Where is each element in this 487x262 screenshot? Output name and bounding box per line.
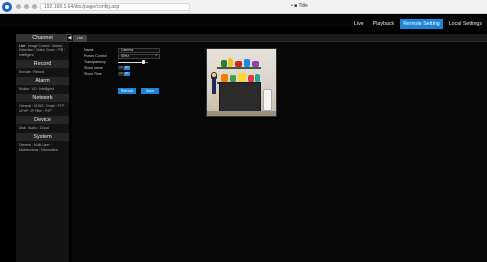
- sidebar-section-title: Network: [32, 95, 53, 102]
- preview-toy: [244, 59, 250, 67]
- preview-toy: [255, 74, 260, 82]
- sidebar-section-alarm[interactable]: Alarm: [16, 77, 69, 86]
- preview-shelf: [217, 67, 261, 69]
- top-menu: Live Playback Remote Setting Local Settings: [351, 19, 485, 29]
- preview-toy: [230, 75, 236, 82]
- save-button[interactable]: Save: [141, 88, 159, 94]
- address-text: 192.168.1.64/doc/page/config.asp: [44, 4, 120, 10]
- sidebar-item-information[interactable]: Information: [41, 148, 58, 152]
- sidebar-section-title: Alarm: [35, 78, 50, 85]
- refresh-button[interactable]: Refresh: [118, 88, 136, 94]
- name-field[interactable]: Camera: [118, 47, 160, 53]
- sidebar-item-maintenance[interactable]: Maintenance: [19, 148, 38, 152]
- content-tabbar: Live: [72, 34, 487, 42]
- sidebar-item-cloud[interactable]: Cloud: [40, 126, 49, 130]
- preview-floor: [207, 111, 276, 116]
- preview-toy: [252, 61, 259, 67]
- show-time-on[interactable]: On: [124, 72, 130, 76]
- preview-toy: [238, 73, 246, 82]
- video-preview: [206, 48, 277, 117]
- sidebar-section-title: Record: [33, 60, 52, 67]
- sidebar-items: Live / Image Control / Motion Detection …: [16, 42, 69, 60]
- transparency-slider-handle[interactable]: [142, 60, 145, 65]
- back-icon[interactable]: [16, 4, 21, 9]
- power-control-select[interactable]: 50Hz: [118, 53, 160, 59]
- tab-live[interactable]: Live: [73, 35, 87, 42]
- sidebar-item-ip-filter[interactable]: IP Filter: [31, 109, 43, 113]
- sidebar-section-system[interactable]: System: [16, 133, 69, 142]
- sidebar-item-separator: /: [63, 48, 66, 53]
- sidebar-item-separator: /: [64, 104, 66, 109]
- sidebar-items: Encode / Record: [16, 68, 69, 77]
- settings-sidebar: Channel ◀ Live / Image Control / Motion De…: [16, 34, 73, 262]
- top-menu-item-playback[interactable]: Playback: [370, 19, 398, 29]
- top-menu-item-remote-setting[interactable]: Remote Setting: [400, 19, 443, 29]
- preview-toy: [248, 75, 254, 82]
- preview-door: [263, 89, 272, 111]
- top-menu-item-live[interactable]: Live: [351, 19, 367, 29]
- sidebar-items: Motion / I/O / Intelligent: [16, 85, 69, 94]
- sidebar-item-audio[interactable]: Audio: [28, 126, 37, 130]
- sidebar-item-upnp[interactable]: UPnP: [19, 109, 28, 113]
- sidebar-section-title: System: [33, 134, 52, 141]
- sidebar-item-video-cover[interactable]: Video Cover: [36, 48, 55, 52]
- browser-logo-icon: [2, 2, 12, 12]
- doll-head: [212, 73, 216, 77]
- sidebar-items: Disk / Audio / Cloud: [16, 124, 69, 133]
- show-name-on[interactable]: On: [124, 66, 130, 70]
- sidebar-item-motion[interactable]: Motion: [19, 87, 29, 91]
- preview-toy: [228, 58, 233, 67]
- preview-toy: [221, 60, 227, 67]
- reload-icon[interactable]: [32, 4, 37, 9]
- show-time-row: Show Time Off On: [84, 71, 194, 77]
- browser-toolbar: 192.168.1.64/doc/page/config.asp • ■ Tit…: [0, 0, 487, 14]
- forward-icon[interactable]: [24, 4, 29, 9]
- sidebar-section-network[interactable]: Network: [16, 94, 69, 103]
- show-time-label: Show Time: [84, 72, 102, 76]
- sidebar-section-title: Device: [34, 117, 51, 124]
- sidebar-item-intelligent[interactable]: Intelligent: [39, 87, 54, 91]
- sidebar-item-encode[interactable]: Encode: [19, 70, 31, 74]
- sidebar-item-p2p[interactable]: P2P: [45, 109, 51, 113]
- sidebar-section-record[interactable]: Record: [16, 59, 69, 68]
- show-name-toggle[interactable]: Off On: [118, 66, 130, 70]
- address-bar[interactable]: 192.168.1.64/doc/page/config.asp: [40, 3, 190, 11]
- doll-body: [212, 78, 216, 94]
- sidebar-section-title: Channel: [32, 35, 53, 41]
- sidebar-items: General / DDNS / Email / FTP / UPnP / IP…: [16, 102, 69, 116]
- transparency-slider[interactable]: [118, 60, 148, 65]
- preview-doll: [211, 72, 217, 109]
- show-time-toggle[interactable]: Off On: [118, 72, 130, 76]
- form-buttons: Refresh Save: [118, 88, 159, 94]
- sidebar-item-disk[interactable]: Disk: [19, 126, 26, 130]
- sidebar-section-device[interactable]: Device: [16, 116, 69, 125]
- transparency-slider-fill: [118, 61, 144, 63]
- top-menu-item-local-settings[interactable]: Local Settings: [446, 19, 485, 29]
- preview-stand: [219, 82, 261, 112]
- live-settings-form: Name Camera Power Control 50Hz Transpare…: [84, 47, 194, 77]
- sidebar-item-intelligent[interactable]: Intelligent: [19, 53, 34, 57]
- doll-legs: [212, 94, 216, 108]
- sidebar-items: General / Multi-User / Maintenance / Inf…: [16, 141, 69, 155]
- sidebar-item-record[interactable]: Record: [33, 70, 44, 74]
- preview-toy: [221, 74, 228, 82]
- browser-tab-label[interactable]: • ■ Title: [291, 3, 308, 10]
- settings-content: Live Name Camera Power Control 50Hz Tran…: [72, 34, 487, 262]
- sidebar-section-channel[interactable]: Channel ◀: [16, 34, 73, 42]
- preview-toy: [235, 61, 242, 67]
